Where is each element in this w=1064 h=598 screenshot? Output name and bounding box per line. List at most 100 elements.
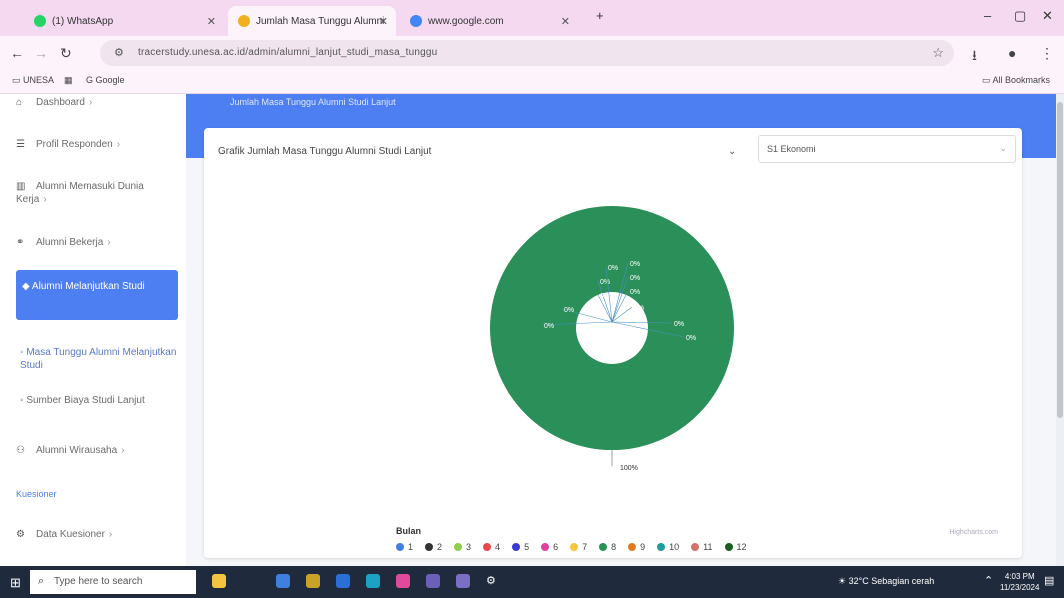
legend-label: 8 <box>611 542 617 552</box>
legend-dot-icon <box>396 543 404 551</box>
sidebar-item-wirausaha[interactable]: ⚇ Alumni Wirausaha › <box>16 444 176 457</box>
maximize-icon[interactable]: ▢ <box>1014 8 1026 24</box>
site-info-icon[interactable]: ⚙ <box>114 46 124 59</box>
notification-icon[interactable]: ▤ <box>1044 574 1054 587</box>
legend-item-9[interactable]: 9 <box>628 542 645 552</box>
legend-item-1[interactable]: 1 <box>396 542 413 552</box>
minimize-icon[interactable]: – <box>984 8 991 23</box>
legend-label: 1 <box>408 542 414 552</box>
close-icon[interactable]: ✕ <box>561 15 570 28</box>
legend-item-3[interactable]: 3 <box>454 542 471 552</box>
taskbar-search[interactable]: ⌕ Type here to search <box>30 570 196 594</box>
tab-whatsapp[interactable]: (1) WhatsApp ✕ <box>24 6 224 36</box>
chevron-down-icon[interactable]: ⌄ <box>728 146 736 157</box>
chart-credit[interactable]: Highcharts.com <box>949 529 998 536</box>
home-icon: ⌂ <box>16 97 23 108</box>
bookmarks-bar: ▭ UNESA ▦ G Google ▭ All Bookmarks <box>0 70 1064 94</box>
apps-grid-icon[interactable]: ▦ <box>64 75 73 86</box>
page-scrollbar[interactable] <box>1056 94 1064 566</box>
download-icon[interactable]: ⭳ <box>972 45 977 69</box>
sidebar-item-memasuki-dunia-kerja[interactable]: ▥ Alumni Memasuki Dunia Kerja › <box>16 180 176 206</box>
select-value: S1 Ekonomi <box>767 144 816 154</box>
sidebar-item-label: Alumni Melanjutkan Studi <box>31 281 145 292</box>
legend-dot-icon <box>599 543 608 551</box>
pie-chart: 0%0%0%0%0%0%0%100%0%0%0%0% <box>489 205 735 472</box>
legend-label: 12 <box>736 542 747 552</box>
sidebar-item-alumni-bekerja[interactable]: ⚭ Alumni Bekerja › <box>16 236 176 249</box>
bookmark-star-icon[interactable]: ☆ <box>932 45 944 61</box>
chevron-right-icon: › <box>88 97 93 108</box>
profile-icon[interactable]: ● <box>1008 45 1016 61</box>
data-label-5: 0% <box>600 293 610 300</box>
section-label-kuesioner: Kuesioner <box>16 489 57 499</box>
legend-item-2[interactable]: 2 <box>425 542 442 552</box>
sidebar-item-dashboard[interactable]: ⌂ Dashboard › <box>16 96 176 109</box>
address-bar[interactable]: ⚙ tracerstudy.unesa.ac.id/admin/alumni_l… <box>100 40 954 66</box>
page-favicon-icon <box>238 15 250 27</box>
bookmark-label: All Bookmarks <box>992 75 1051 85</box>
browser-app-icon[interactable] <box>366 574 380 588</box>
data-label-2: 0% <box>630 275 640 282</box>
forward-icon[interactable]: → <box>34 45 48 61</box>
instagram-icon[interactable] <box>396 574 410 588</box>
legend-label: 4 <box>495 542 501 552</box>
new-tab-button[interactable]: + <box>596 8 604 23</box>
windows-start-icon[interactable]: ⊞ <box>10 575 21 591</box>
data-label-12: 0% <box>608 265 618 272</box>
bookmark-label: Google <box>95 75 125 85</box>
all-bookmarks[interactable]: ▭ All Bookmarks <box>982 75 1050 86</box>
legend-item-5[interactable]: 5 <box>512 542 529 552</box>
tab-label: www.google.com <box>428 15 504 27</box>
tab-jumlah-masa-tunggu[interactable]: Jumlah Masa Tunggu Alumni ✕ <box>228 6 396 36</box>
chrome-profile-2-icon[interactable] <box>456 574 470 588</box>
sidebar-item-melanjutkan-studi[interactable]: ◆ Alumni Melanjutkan Studi <box>16 270 178 320</box>
chevron-up-icon[interactable]: ⌃ <box>984 574 993 587</box>
legend-item-4[interactable]: 4 <box>483 542 500 552</box>
chevron-right-icon: › <box>43 194 47 205</box>
reload-icon[interactable]: ↻ <box>60 45 72 62</box>
legend-dot-icon <box>541 543 550 551</box>
google-icon <box>410 15 422 27</box>
close-icon[interactable]: ✕ <box>207 15 216 28</box>
legend-item-12[interactable]: 12 <box>724 542 747 552</box>
graduation-cap-icon: ◆ <box>22 281 32 292</box>
bookmark-unesa[interactable]: ▭ UNESA <box>12 75 54 86</box>
edge-icon[interactable] <box>276 574 290 588</box>
clock[interactable]: 4:03 PM 11/23/2024 <box>1000 571 1039 593</box>
legend-item-8[interactable]: 8 <box>599 542 616 552</box>
store-icon[interactable] <box>336 574 350 588</box>
chrome-profile-1-icon[interactable] <box>426 574 440 588</box>
back-icon[interactable]: ← <box>10 45 24 61</box>
widgets-icon[interactable] <box>212 574 226 588</box>
scrollbar-thumb[interactable] <box>1057 102 1063 418</box>
legend-item-7[interactable]: 7 <box>570 542 587 552</box>
legend-label: 11 <box>703 542 713 552</box>
legend-item-6[interactable]: 6 <box>541 542 558 552</box>
program-select[interactable]: S1 Ekonomi ⌄ <box>758 135 1016 163</box>
legend-item-11[interactable]: 11 <box>691 542 713 552</box>
tab-google[interactable]: www.google.com ✕ <box>400 6 578 36</box>
chart-icon: ☰ <box>16 139 25 150</box>
close-window-icon[interactable]: ✕ <box>1042 8 1053 24</box>
close-icon[interactable]: ✕ <box>379 15 388 28</box>
weather-widget[interactable]: ☀ 32°C Sebagian cerah <box>838 576 934 587</box>
sidebar-item-label: Alumni Memasuki Dunia Kerja <box>16 181 144 205</box>
bookmark-google[interactable]: G Google <box>86 75 125 85</box>
binoculars-icon: ⚭ <box>16 237 25 248</box>
folder-icon: ▭ <box>12 75 24 85</box>
sidebar-subitem-sumber-biaya[interactable]: ◦ Sumber Biaya Studi Lanjut <box>20 394 180 407</box>
file-explorer-icon[interactable] <box>306 574 320 588</box>
sidebar-subitem-masa-tunggu[interactable]: ◦ Masa Tunggu Alumni Melanjutkan Studi <box>20 346 180 372</box>
sidebar-item-profil-responden[interactable]: ☰ Profil Responden › <box>16 138 176 151</box>
sidebar: ⌂ Dashboard › ☰ Profil Responden › ▥ Alumni M… <box>0 94 186 566</box>
sidebar-item-data-kuesioner[interactable]: ⚙ Data Kuesioner › <box>16 528 176 541</box>
chevron-right-icon: › <box>108 529 113 540</box>
sidebar-subitem-label: Sumber Biaya Studi Lanjut <box>26 395 145 406</box>
legend-item-10[interactable]: 10 <box>657 542 679 552</box>
weather-icon: ☀ <box>838 576 849 586</box>
legend-dot-icon <box>570 543 579 551</box>
settings-icon[interactable]: ⚙ <box>486 574 496 587</box>
pie-slice-8[interactable] <box>489 205 735 451</box>
menu-icon[interactable]: ⋮ <box>1040 45 1054 62</box>
browser-toolbar: ← → ↻ ⚙ tracerstudy.unesa.ac.id/admin/al… <box>0 36 1064 70</box>
